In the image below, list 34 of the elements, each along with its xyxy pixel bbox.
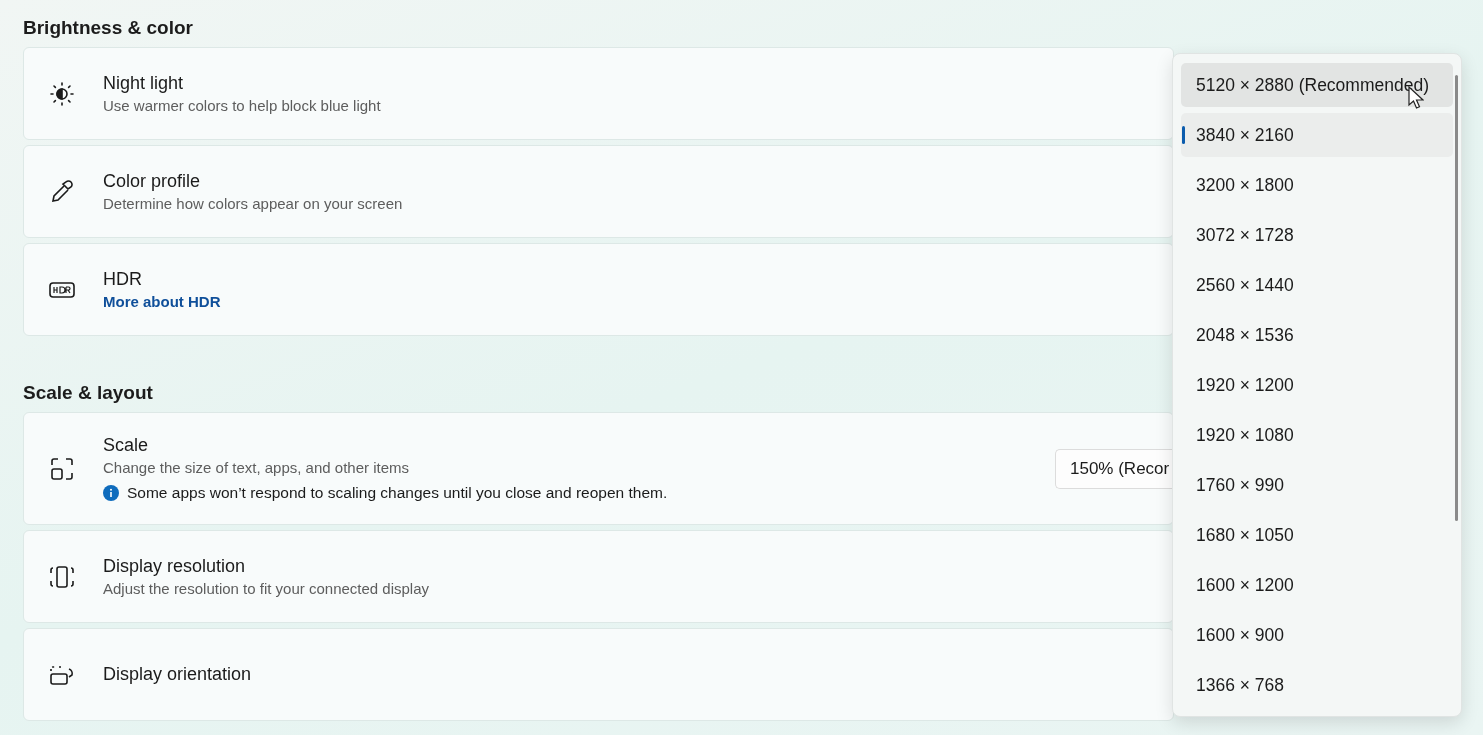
setting-card[interactable]: Color profile Determine how colors appear on your screen (23, 145, 1174, 238)
resolution-option[interactable]: 1680 × 1050 (1181, 513, 1453, 557)
resolution-option[interactable]: 2560 × 1440 (1181, 263, 1453, 307)
resolution-option[interactable]: 1366 × 768 (1181, 663, 1453, 707)
setting-title: Scale (103, 435, 149, 456)
setting-card[interactable]: Night light Use warmer colors to help block blue light (23, 47, 1174, 140)
resolution-option[interactable]: 3840 × 2160 (1181, 113, 1453, 157)
resolution-option[interactable]: 1760 × 990 (1181, 463, 1453, 507)
resolution-option[interactable]: 1600 × 900 (1181, 613, 1453, 657)
section-heading: Brightness & color (23, 16, 193, 40)
setting-card[interactable]: Display resolution Adjust the resolution to fit your connected display (23, 530, 1174, 623)
setting-title: Display orientation (103, 664, 252, 685)
setting-title: Display resolution (103, 556, 246, 577)
setting-title: Color profile (103, 171, 201, 192)
scale-dropdown[interactable]: 150% (Recor (1055, 448, 1173, 489)
resolution-option[interactable]: 3200 × 1800 (1181, 163, 1453, 207)
resolution-option[interactable]: 2048 × 1536 (1181, 313, 1453, 357)
setting-title: HDR (103, 269, 142, 290)
setting-card[interactable]: Display orientation (23, 628, 1174, 721)
section-heading: Scale & layout (23, 381, 153, 405)
more-about-link[interactable]: More about HDR (103, 293, 221, 310)
setting-description: Determine how colors appear on your screen (103, 195, 403, 212)
info-message: Some apps won’t respond to scaling changes until you close and reopen them. (127, 484, 668, 502)
resolution-option[interactable]: 5120 × 2880 (Recommended) (1181, 63, 1453, 107)
setting-description: Use warmer colors to help block blue light (103, 97, 381, 114)
resolution-option[interactable]: 1920 × 1080 (1181, 413, 1453, 457)
resolution-option[interactable]: 1920 × 1200 (1181, 363, 1453, 407)
setting-description: Change the size of text, apps, and other items (103, 459, 409, 476)
setting-card[interactable]: HDR More about HDR (23, 243, 1174, 336)
setting-description: Adjust the resolution to fit your connected display (103, 580, 430, 597)
setting-card[interactable]: Scale Change the size of text, apps, and other items Some apps won’t respond to scaling changes until you close and reopen them. 150% (Recor (23, 412, 1174, 525)
setting-title: Night light (103, 73, 184, 94)
resolution-option[interactable]: 3072 × 1728 (1181, 213, 1453, 257)
resolution-option[interactable]: 1600 × 1200 (1181, 563, 1453, 607)
